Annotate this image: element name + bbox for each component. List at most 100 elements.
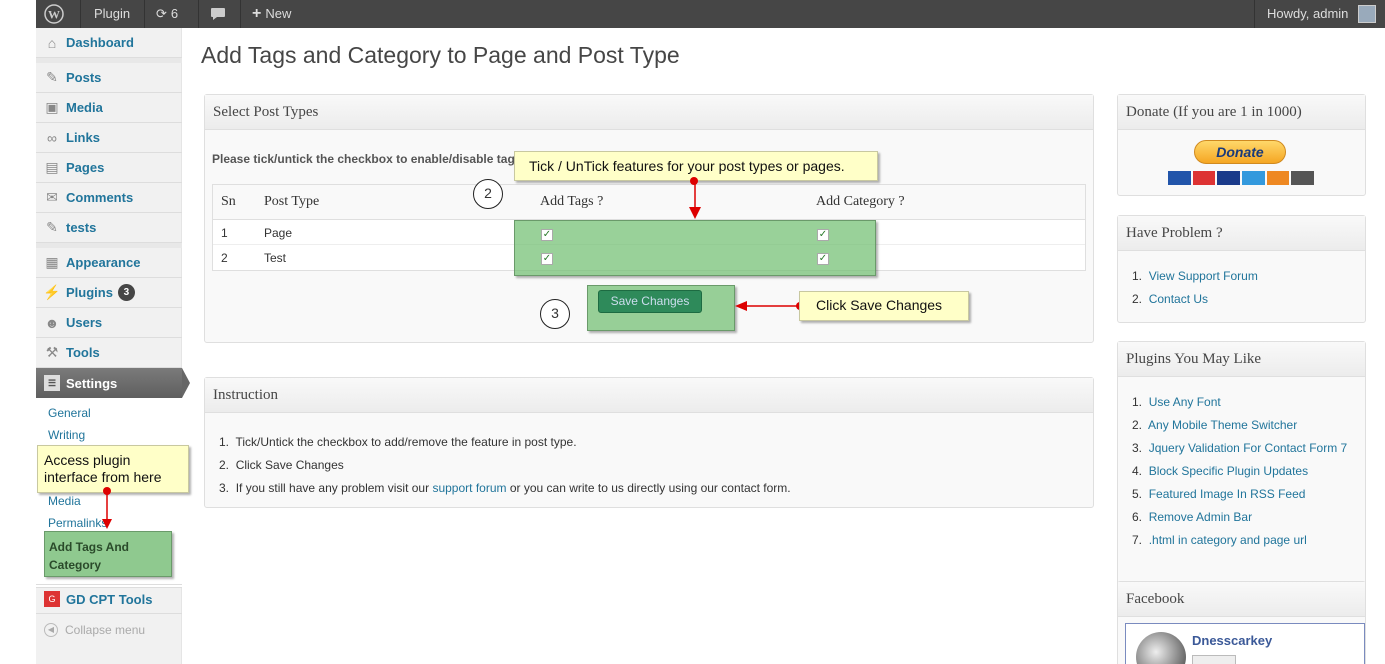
collapse-menu[interactable]: ◀ Collapse menu bbox=[44, 623, 145, 637]
submenu-general[interactable]: General bbox=[48, 406, 91, 420]
arrow-down-icon bbox=[102, 491, 112, 529]
menu-label: Appearance bbox=[66, 255, 141, 270]
col-header-post-type: Post Type bbox=[264, 194, 320, 209]
arrow-left-icon bbox=[735, 301, 797, 311]
plugin-link[interactable]: Block Specific Plugin Updates bbox=[1149, 464, 1308, 478]
updates-count: 6 bbox=[170, 6, 179, 21]
checkbox-highlight: ✓ ✓ ✓ ✓ bbox=[514, 220, 876, 276]
list-item: 2. Click Save Changes bbox=[219, 458, 344, 472]
instruction-box: Instruction 1. Tick/Untick the checkbox … bbox=[204, 377, 1094, 508]
menu-posts[interactable]: ✎ Posts bbox=[36, 63, 182, 93]
plugin-link[interactable]: Featured Image In RSS Feed bbox=[1149, 487, 1306, 501]
checkbox-page-category[interactable]: ✓ bbox=[817, 229, 829, 241]
box-title: Plugins You May Like bbox=[1118, 342, 1365, 377]
howdy-account[interactable]: Howdy, admin bbox=[1267, 0, 1377, 28]
checkbox-page-tags[interactable]: ✓ bbox=[541, 229, 553, 241]
submenu-media[interactable]: Media bbox=[48, 494, 81, 508]
submenu-add-tags-and-category[interactable]: Add Tags And Category bbox=[44, 531, 172, 577]
submenu-label: Add Tags And bbox=[49, 540, 129, 554]
save-changes-button[interactable]: Save Changes bbox=[598, 290, 702, 313]
menu-comments[interactable]: ✉ Comments bbox=[36, 183, 182, 213]
comments-icon[interactable] bbox=[210, 0, 226, 28]
menu-label: Settings bbox=[66, 375, 118, 391]
facebook-box: Facebook Dnesscarkey bbox=[1117, 581, 1366, 664]
pin-icon: ✎ bbox=[46, 69, 58, 85]
menu-tools[interactable]: ⚒ Tools bbox=[36, 338, 182, 368]
support-forum-link[interactable]: support forum bbox=[432, 481, 506, 495]
avatar bbox=[1358, 5, 1377, 23]
adminbar-updates[interactable]: ⟳ 6 bbox=[156, 0, 178, 28]
menu-label: tests bbox=[66, 220, 97, 235]
instruction-note: Please tick/untick the checkbox to enabl… bbox=[212, 152, 515, 166]
donate-button[interactable]: Donate bbox=[1194, 140, 1286, 164]
adminbar-new[interactable]: + New bbox=[252, 0, 291, 28]
menu-label: Users bbox=[66, 315, 103, 330]
collapse-label: Collapse menu bbox=[65, 623, 146, 637]
refresh-icon: ⟳ bbox=[156, 6, 167, 21]
cell-post-type: Test bbox=[264, 251, 287, 265]
menu-gd-cpt-tools[interactable]: G GD CPT Tools bbox=[36, 584, 182, 614]
callout-access-plugin: Access plugin interface from here bbox=[37, 445, 189, 493]
payment-cards-icon bbox=[1168, 171, 1315, 185]
contact-us-link[interactable]: Contact Us bbox=[1149, 292, 1208, 306]
support-forum-link[interactable]: View Support Forum bbox=[1149, 269, 1258, 283]
adminbar-plugin-link[interactable]: Plugin bbox=[94, 0, 130, 28]
list-item: 1. Use Any Font bbox=[1132, 395, 1221, 409]
menu-pages[interactable]: ▤ Pages bbox=[36, 153, 182, 183]
cell-post-type: Page bbox=[264, 226, 293, 240]
facebook-page-name[interactable]: Dnesscarkey bbox=[1192, 633, 1272, 648]
menu-tests[interactable]: ✎ tests bbox=[36, 213, 182, 243]
main-content: Add Tags and Category to Page and Post T… bbox=[182, 28, 1385, 664]
plugins-badge: 3 bbox=[117, 284, 135, 301]
box-title: Facebook bbox=[1118, 582, 1365, 617]
admin-menu: ⌂ Dashboard ✎ Posts ▣ Media ∞ Links ▤ Pages ✉… bbox=[36, 28, 190, 664]
link-icon: ∞ bbox=[47, 129, 57, 146]
collapse-icon: ◀ bbox=[44, 623, 58, 637]
list-item-text: Tick/Untick the checkbox to add/remove t… bbox=[235, 435, 577, 449]
list-item: 1. View Support Forum bbox=[1132, 269, 1258, 283]
plus-icon: + bbox=[252, 5, 262, 22]
menu-links[interactable]: ∞ Links bbox=[36, 123, 182, 153]
menu-label: Posts bbox=[66, 70, 102, 85]
plugin-link[interactable]: Any Mobile Theme Switcher bbox=[1148, 418, 1297, 432]
list-item: 2. Contact Us bbox=[1132, 292, 1209, 306]
list-item: 4. Block Specific Plugin Updates bbox=[1132, 464, 1309, 478]
list-item-text: Click Save Changes bbox=[235, 458, 344, 472]
plugin-link[interactable]: Remove Admin Bar bbox=[1149, 510, 1252, 524]
submenu-permalinks[interactable]: Permalinks bbox=[48, 516, 107, 530]
facebook-avatar bbox=[1136, 632, 1186, 664]
col-header-add-category: Add Category ? bbox=[816, 194, 905, 209]
menu-label: Dashboard bbox=[66, 35, 134, 50]
box-title: Instruction bbox=[205, 378, 1093, 413]
submenu-label: Category bbox=[49, 558, 102, 572]
menu-media[interactable]: ▣ Media bbox=[36, 93, 182, 123]
step-number-3: 3 bbox=[540, 299, 570, 329]
admin-bar: W Plugin ⟳ 6 + New Howdy, admin bbox=[36, 0, 1385, 28]
menu-appearance[interactable]: ▦ Appearance bbox=[36, 248, 182, 278]
col-header-add-tags: Add Tags ? bbox=[540, 194, 604, 209]
menu-label: Plugins bbox=[66, 285, 113, 300]
menu-settings[interactable]: ☰ Settings bbox=[36, 368, 182, 398]
facebook-widget: Dnesscarkey bbox=[1125, 623, 1365, 664]
tools-icon: ⚒ bbox=[45, 344, 59, 360]
plugin-link[interactable]: Use Any Font bbox=[1149, 395, 1221, 409]
plugin-link[interactable]: .html in category and page url bbox=[1149, 533, 1307, 547]
menu-users[interactable]: ☻ Users bbox=[36, 308, 182, 338]
checkbox-test-tags[interactable]: ✓ bbox=[541, 253, 553, 265]
box-title: Select Post Types bbox=[205, 95, 1093, 130]
appearance-icon: ▦ bbox=[45, 254, 59, 270]
menu-dashboard[interactable]: ⌂ Dashboard bbox=[36, 28, 182, 58]
menu-plugins[interactable]: ⚡ Plugins 3 bbox=[36, 278, 182, 308]
donate-box: Donate (If you are 1 in 1000) Donate bbox=[1117, 94, 1366, 196]
facebook-like-button[interactable] bbox=[1192, 655, 1236, 664]
submenu-writing[interactable]: Writing bbox=[48, 428, 85, 442]
save-highlight: Save Changes bbox=[587, 285, 735, 331]
plugin-link[interactable]: Jquery Validation For Contact Form 7 bbox=[1149, 441, 1348, 455]
list-item-text: If you still have any problem visit our bbox=[235, 481, 433, 495]
callout-text: Access plugin bbox=[44, 452, 131, 468]
list-item: 3. Jquery Validation For Contact Form 7 bbox=[1132, 441, 1348, 455]
wordpress-logo-icon[interactable]: W bbox=[44, 0, 68, 28]
pages-icon: ▤ bbox=[45, 159, 59, 175]
arrow-down-icon bbox=[689, 181, 701, 219]
checkbox-test-category[interactable]: ✓ bbox=[817, 253, 829, 265]
